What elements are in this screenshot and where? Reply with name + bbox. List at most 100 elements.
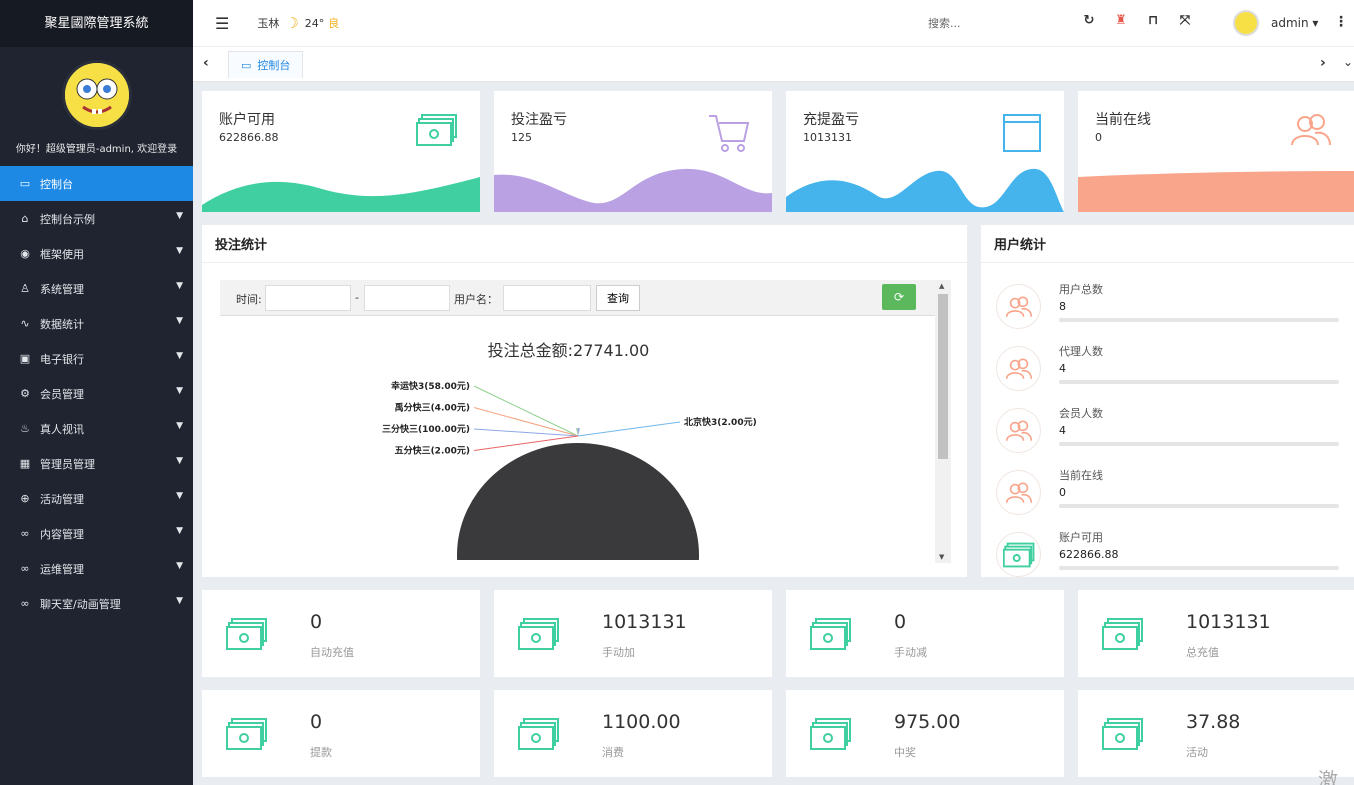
- chevron-down-icon: ▼: [176, 526, 183, 536]
- sidebar-item-activities[interactable]: ⊕ 活动管理 ▼: [0, 481, 193, 516]
- chevron-down-icon[interactable]: ⌄: [1343, 55, 1353, 69]
- user-statistics-panel: 用户统计 用户总数 8 代理人数 4 会员人数 4 当前在线 0 账户可用 62…: [981, 225, 1354, 577]
- pie-label-line: [473, 407, 579, 437]
- sidebar-item-label: 会员管理: [40, 387, 84, 401]
- fullscreen-icon[interactable]: ⤧: [1169, 13, 1201, 28]
- sidebar-item-live-video[interactable]: ♨ 真人视讯 ▼: [0, 411, 193, 446]
- sidebar-item-label: 真人视讯: [40, 422, 84, 436]
- user-stat-value: 622866.88: [1059, 548, 1119, 561]
- pie-slice-label: 禹分快三(4.00元): [395, 402, 470, 414]
- sidebar-item-system[interactable]: ♙ 系统管理 ▼: [0, 271, 193, 306]
- scrollbar-thumb[interactable]: [938, 294, 948, 459]
- sidebar-item-content[interactable]: ∞ 内容管理 ▼: [0, 516, 193, 551]
- theme-icon[interactable]: ♜: [1105, 13, 1137, 28]
- sidebar-item-label: 内容管理: [40, 527, 84, 541]
- pie-slice[interactable]: [577, 428, 580, 436]
- sidebar-item-dashboard-examples[interactable]: ⌂ 控制台示例 ▼: [0, 201, 193, 236]
- user-menu[interactable]: admin ▾: [1271, 16, 1318, 30]
- tabs-bar: ‹ ▭ 控制台 › ⌄: [193, 47, 1354, 82]
- topbar-actions: ↻ ♜ ⊓ ⤧: [1073, 13, 1201, 28]
- bet-statistics-panel: 投注统计 时间: - 用户名： 查询 ⟳ ▲ ▼ 投注总金额:27741.00 …: [202, 225, 967, 577]
- bank-icon: ▣: [19, 352, 31, 365]
- stat-label: 自动充值: [310, 646, 354, 659]
- monitor-icon: ▭: [241, 58, 252, 72]
- pie-slice-label: 北京快3(2.00元): [684, 416, 757, 428]
- weather-temp: 24°: [304, 16, 325, 30]
- monitor-icon: ▭: [19, 177, 31, 190]
- money-icon: [518, 718, 559, 750]
- app: 聚星國際管理系統 你好！超级管理员-admin, 欢迎登录 ▭ 控制台 ⌂ 控制台示…: [0, 0, 1354, 785]
- kpi-title: 充提盈亏: [803, 112, 859, 128]
- plus-circle-icon: ⊕: [20, 492, 30, 505]
- sidebar-item-ebank[interactable]: ▣ 电子银行 ▼: [0, 341, 193, 376]
- chevron-down-icon: ▼: [176, 386, 183, 396]
- search-input[interactable]: 搜索...: [928, 15, 961, 31]
- money-icon: [996, 532, 1041, 577]
- grid-icon: ▦: [19, 457, 31, 470]
- chevron-down-icon: ▼: [176, 596, 183, 606]
- tab-label: 控制台: [257, 59, 291, 72]
- chevron-down-icon: ▼: [176, 561, 183, 571]
- stat-card-activity: 37.88 活动: [1078, 690, 1354, 777]
- sidebar-item-chatroom[interactable]: ∞ 聊天室/动画管理 ▼: [0, 586, 193, 621]
- user-avatar[interactable]: [1233, 10, 1259, 36]
- tab-prev-icon[interactable]: ‹: [203, 55, 209, 71]
- pie-slice-label: 幸运快3(58.00元): [391, 380, 470, 392]
- kpi-value: 0: [1095, 131, 1102, 144]
- users-icon: [996, 284, 1041, 329]
- bet-pie-chart: 幸运快3(58.00元) 禹分快三(4.00元) 三分快三(100.00元) 五分快三…: [382, 380, 757, 577]
- user-stat-online: 当前在线 0: [996, 467, 1351, 527]
- stat-label: 中奖: [894, 746, 916, 759]
- scroll-down-icon[interactable]: ▼: [939, 553, 944, 561]
- weather-aqi: 良: [328, 17, 340, 30]
- sidebar-item-statistics[interactable]: ∿ 数据统计 ▼: [0, 306, 193, 341]
- users-icon: [996, 346, 1041, 391]
- stat-card-winnings: 975.00 中奖: [786, 690, 1064, 777]
- window-icon: [1003, 114, 1041, 152]
- refresh-icon[interactable]: ↻: [1073, 13, 1105, 28]
- sidebar-item-members[interactable]: ⚙ 会员管理 ▼: [0, 376, 193, 411]
- user-stat-title: 会员人数: [1059, 407, 1103, 420]
- home-icon: ⌂: [21, 212, 29, 225]
- kpi-value: 125: [511, 131, 532, 144]
- lock-icon[interactable]: ⊓: [1137, 13, 1169, 28]
- divider: [981, 262, 1354, 263]
- stat-card-manual-subtract: 0 手动减: [786, 590, 1064, 677]
- sidebar-item-admins[interactable]: ▦ 管理员管理 ▼: [0, 446, 193, 481]
- menu-toggle-icon[interactable]: ☰: [215, 14, 229, 33]
- chevron-down-icon: ▼: [176, 491, 183, 501]
- sidebar-item-label: 框架使用: [40, 247, 84, 261]
- tab-next-icon[interactable]: ›: [1320, 55, 1326, 71]
- scroll-up-icon[interactable]: ▲: [939, 282, 944, 290]
- stat-label: 活动: [1186, 746, 1208, 759]
- avatar[interactable]: [61, 60, 132, 130]
- stat-label: 手动加: [602, 646, 635, 659]
- user-stat-title: 代理人数: [1059, 345, 1103, 358]
- stat-card-auto-deposit: 0 自动充值: [202, 590, 480, 677]
- user-stat-value: 4: [1059, 424, 1066, 437]
- progress-bar: [1059, 318, 1339, 322]
- sidebar-item-dashboard[interactable]: ▭ 控制台: [0, 166, 193, 201]
- user-stat-value: 8: [1059, 300, 1066, 313]
- more-icon[interactable]: ⋮: [1334, 14, 1348, 30]
- user-stat-total: 用户总数 8: [996, 281, 1351, 341]
- sidebar-item-label: 电子银行: [40, 352, 84, 366]
- sidebar-item-label: 控制台: [40, 177, 73, 191]
- fire-icon: ♨: [20, 422, 30, 435]
- sidebar-item-ops[interactable]: ∞ 运维管理 ▼: [0, 551, 193, 586]
- tab-dashboard[interactable]: ▭ 控制台: [228, 51, 304, 78]
- money-icon: [810, 718, 851, 750]
- kpi-card-bet-profit: 投注盈亏 125: [494, 91, 772, 212]
- scrollbar[interactable]: ▲ ▼: [935, 280, 951, 563]
- user-stat-members: 会员人数 4: [996, 405, 1351, 465]
- user-stat-title: 账户可用: [1059, 531, 1103, 544]
- kpi-wave: [786, 168, 1064, 212]
- sidebar-item-framework[interactable]: ◉ 框架使用 ▼: [0, 236, 193, 271]
- pie-slice-main[interactable]: [457, 443, 699, 577]
- stat-label: 消费: [602, 746, 624, 759]
- kpi-title: 投注盈亏: [511, 112, 567, 128]
- stat-label: 总充值: [1186, 646, 1219, 659]
- stat-value: 0: [894, 611, 907, 633]
- sidebar: 聚星國際管理系統 你好！超级管理员-admin, 欢迎登录 ▭ 控制台 ⌂ 控制台示…: [0, 0, 193, 785]
- user-stat-value: 0: [1059, 486, 1066, 499]
